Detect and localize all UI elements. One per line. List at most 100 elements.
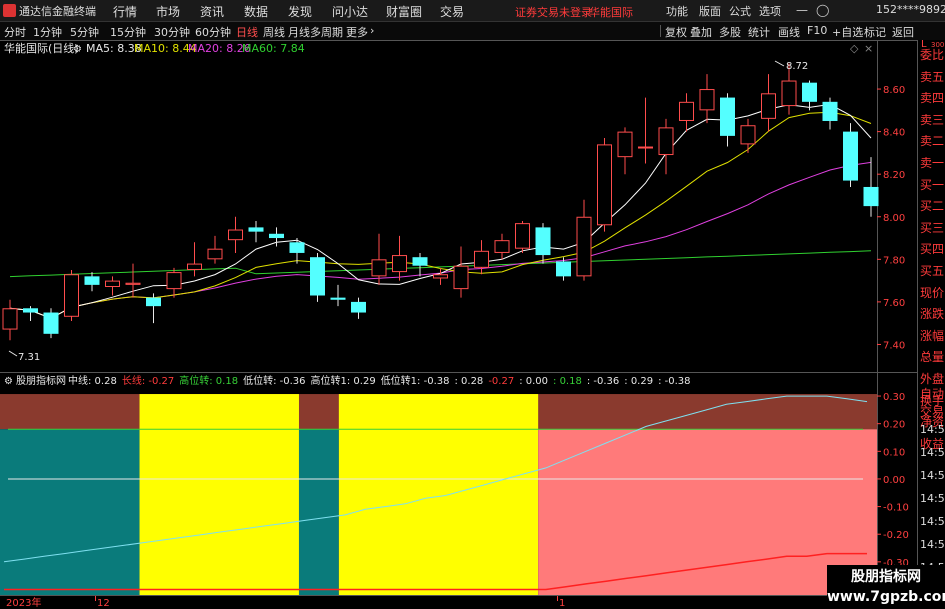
quote-field[interactable]: 卖一 (918, 153, 945, 174)
quote-field[interactable]: 买五 (918, 261, 945, 282)
candle (658, 118, 674, 175)
back-button[interactable]: 返回 (892, 24, 914, 40)
user-icon[interactable]: ◯ (816, 3, 829, 17)
candle (453, 246, 469, 298)
menu-item-caifuquan[interactable]: 财富圈 (386, 3, 422, 20)
chevron-right-icon[interactable]: › (370, 24, 374, 37)
indicator-y-label: -0.10 (883, 503, 909, 514)
quote-field[interactable]: 卖三 (918, 110, 945, 131)
menu-item-gongneng[interactable]: 功能 (666, 3, 688, 19)
quote-field[interactable]: 买四 (918, 239, 945, 260)
candle-body-up (2, 308, 18, 330)
tab-more[interactable]: 更多 (346, 24, 368, 40)
candle (392, 235, 407, 281)
candle-body-down (269, 233, 284, 239)
stock-link[interactable]: 华能国际 (589, 4, 633, 20)
tab-daily[interactable]: 日线 (236, 24, 258, 40)
quote-field[interactable]: 卖二 (918, 131, 945, 152)
multi-stock-button[interactable]: 多股 (719, 24, 741, 40)
indicator-y-label: 0.00 (883, 475, 905, 486)
price-y-label: 7.40 (883, 340, 905, 351)
menu-item-faxian[interactable]: 发现 (288, 3, 312, 20)
candle-body-down (146, 297, 161, 307)
overlay-button[interactable]: 叠加 (690, 24, 712, 40)
candle (146, 293, 161, 324)
high-annotation: 8.72 (786, 61, 808, 72)
candle (228, 216, 243, 253)
candle (64, 269, 79, 322)
x-label-jan: 1 (559, 598, 565, 609)
quote-field[interactable]: 总量 (918, 347, 945, 368)
candle-body-up (453, 265, 469, 290)
candle-body-up (371, 259, 387, 277)
candle-body-up (638, 146, 653, 149)
tab-60min[interactable]: 60分钟 (195, 24, 231, 40)
menu-item-jiaoyi[interactable]: 交易 (440, 3, 464, 20)
tab-15min[interactable]: 15分钟 (110, 24, 146, 40)
indicator-y-labels: 0.300.200.100.00-0.10-0.20-0.30 (877, 392, 909, 569)
minimize-icon[interactable]: — (796, 3, 808, 17)
candle (802, 80, 817, 111)
indicator-title: 股朋指标网 (16, 374, 66, 387)
ma60-label: MA60: 7.84 (242, 42, 305, 55)
tab-monthly[interactable]: 月线 (288, 24, 310, 40)
candle-body-up (679, 101, 694, 121)
tab-weekly[interactable]: 周线 (263, 24, 285, 40)
quote-field[interactable]: 买三 (918, 218, 945, 239)
quote-field[interactable]: 卖五 (918, 67, 945, 88)
price-y-label: 8.40 (883, 128, 905, 139)
zone-teal (0, 429, 140, 595)
indicator-value: 低位转: -0.36 (243, 374, 305, 387)
tab-5min[interactable]: 5分钟 (70, 24, 99, 40)
menu-item-gongshi[interactable]: 公式 (729, 3, 751, 19)
tab-30min[interactable]: 30分钟 (154, 24, 190, 40)
quote-panel: L 300 委比 卖五 卖四 卖三 卖二 卖一 买一 买二 买三 买四 买五 现价 涨跌 涨幅 总量 外盘 换手… (917, 40, 945, 609)
candle (617, 127, 633, 175)
f10-button[interactable]: F10 (807, 24, 827, 37)
menu-item-wenxiaoda[interactable]: 问小达 (332, 3, 368, 20)
menu-item-zixun[interactable]: 资讯 (200, 3, 224, 20)
quote-field[interactable]: 卖四 (918, 88, 945, 109)
quote-field[interactable]: 涨跌 (918, 304, 945, 325)
indicator-values: 中线: 0.28 长线: -0.27 高位转: 0.18 低位转: -0.36 高位转1… (68, 374, 691, 387)
x-label-year: 2023年 (6, 596, 41, 609)
draw-line-button[interactable]: 画线 (778, 24, 800, 40)
indicator-settings-icon: ⚙ (4, 376, 13, 387)
candle (494, 233, 510, 260)
candle (740, 118, 756, 153)
candle (822, 97, 838, 130)
menu-item-banmian[interactable]: 版面 (699, 3, 721, 19)
user-account[interactable]: 152****9892 (876, 3, 945, 16)
menu-item-shuju[interactable]: 数据 (244, 3, 268, 20)
restore-rights-button[interactable]: 复权 (665, 24, 687, 40)
mark-button[interactable]: 标记 (864, 24, 886, 40)
candle (248, 221, 264, 243)
low-annotation: 7.31 (18, 352, 40, 363)
quote-field[interactable]: 买一 (918, 175, 945, 196)
candle (412, 252, 428, 277)
price-y-label: 8.00 (883, 213, 905, 224)
statistics-button[interactable]: 统计 (748, 24, 770, 40)
quote-field[interactable]: 买二 (918, 196, 945, 217)
login-notice[interactable]: 证券交易未登录 (515, 4, 592, 20)
menu-item-shichang[interactable]: 市场 (156, 3, 180, 20)
candle (597, 138, 612, 232)
tab-multi-period[interactable]: 多周期 (310, 24, 343, 40)
chart-area[interactable]: 华能国际(日线) ⚙ MA5: 8.38 MA10: 8.44 MA20: 8.… (0, 40, 917, 609)
watermark-url: www.7gpzb.com (827, 589, 945, 605)
candle (166, 267, 182, 298)
add-watchlist-button[interactable]: +自选 (832, 24, 863, 40)
candle-body-up (166, 272, 182, 290)
menu-item-hangqing[interactable]: 行情 (113, 3, 137, 20)
quote-field[interactable]: 涨幅 (918, 326, 945, 347)
quote-field[interactable]: 委比 (918, 45, 945, 66)
quote-field[interactable]: 现价 (918, 283, 945, 304)
tab-fenshi[interactable]: 分时 (4, 24, 26, 40)
menu-bar: 通达信金融终端 行情 市场 资讯 数据 发现 问小达 财富圈 交易 证券交易未登… (0, 0, 945, 22)
tab-1min[interactable]: 1分钟 (33, 24, 62, 40)
tick-time: 14:56 (920, 446, 945, 459)
price-y-labels: 7.40 7.60 7.80 8.00 8.20 8.40 8.60 (883, 85, 905, 351)
menu-item-xuanxiang[interactable]: 选项 (759, 3, 781, 19)
candle-body-up (740, 125, 756, 145)
indicator-y-label: -0.20 (883, 530, 909, 541)
